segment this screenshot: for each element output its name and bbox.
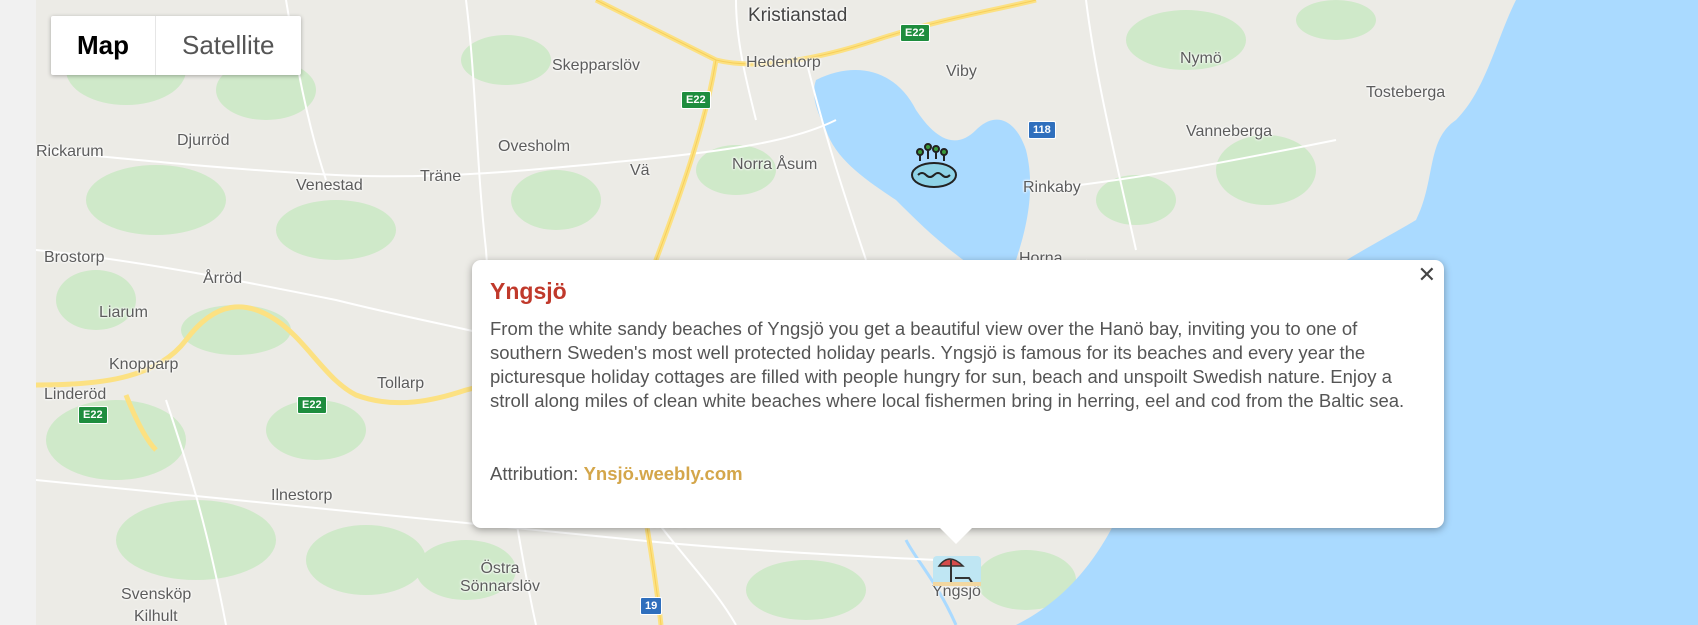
place-label: Ilnestorp bbox=[271, 487, 333, 504]
place-label: Träne bbox=[420, 168, 462, 185]
info-window-title: Yngsjö bbox=[490, 278, 567, 304]
attribution-label: Attribution: bbox=[490, 463, 579, 484]
road-shield: E22 bbox=[681, 91, 711, 110]
place-label: Knopparp bbox=[109, 356, 179, 373]
road-shield: E22 bbox=[78, 406, 108, 425]
road-shield: E22 bbox=[297, 396, 327, 415]
place-label: Norra Åsum bbox=[732, 156, 818, 173]
place-label: Viby bbox=[946, 63, 977, 80]
map-type-control: Map Satellite bbox=[51, 16, 301, 75]
place-label: Rinkaby bbox=[1023, 179, 1081, 196]
place-label: Rickarum bbox=[36, 143, 104, 160]
place-label: Årröd bbox=[203, 270, 243, 287]
map-type-satellite-button[interactable]: Satellite bbox=[156, 16, 301, 75]
place-label: Brostorp bbox=[44, 249, 105, 266]
place-label: Svensköp bbox=[121, 586, 192, 603]
place-label: Venestad bbox=[296, 177, 363, 194]
place-label: Tollarp bbox=[377, 375, 425, 392]
road-shield: 118 bbox=[1028, 121, 1056, 140]
place-label: Liarum bbox=[99, 304, 148, 321]
place-label: Vä bbox=[630, 162, 650, 179]
place-label: Djurröd bbox=[177, 132, 230, 149]
place-label: Ovesholm bbox=[498, 138, 571, 155]
info-window: ✕ Yngsjö From the white sandy beaches of… bbox=[472, 260, 1444, 544]
place-label: Kristianstad bbox=[748, 5, 848, 26]
place-label: Östra Sönnarslöv bbox=[459, 560, 541, 595]
place-label: Linderöd bbox=[44, 386, 107, 403]
road-shield: 19 bbox=[640, 597, 663, 616]
place-label: Hedentorp bbox=[746, 54, 821, 71]
road-shield: E22 bbox=[900, 24, 930, 43]
attribution: Attribution: Ynsjö.weebly.com bbox=[490, 463, 743, 485]
place-label: Vanneberga bbox=[1186, 123, 1272, 140]
lake-marker-icon[interactable] bbox=[908, 143, 960, 198]
beach-marker-icon[interactable] bbox=[931, 548, 983, 593]
map-type-map-button[interactable]: Map bbox=[51, 16, 156, 75]
place-label: Kilhult bbox=[134, 608, 178, 625]
place-label: Tosteberga bbox=[1366, 84, 1446, 101]
attribution-link[interactable]: Ynsjö.weebly.com bbox=[584, 463, 743, 484]
place-label: Skepparslöv bbox=[552, 57, 641, 74]
info-window-description: From the white sandy beaches of Yngsjö y… bbox=[490, 318, 1405, 411]
place-label: Nymö bbox=[1180, 50, 1222, 67]
info-window-tail bbox=[940, 528, 972, 544]
close-icon[interactable]: ✕ bbox=[1418, 264, 1436, 286]
